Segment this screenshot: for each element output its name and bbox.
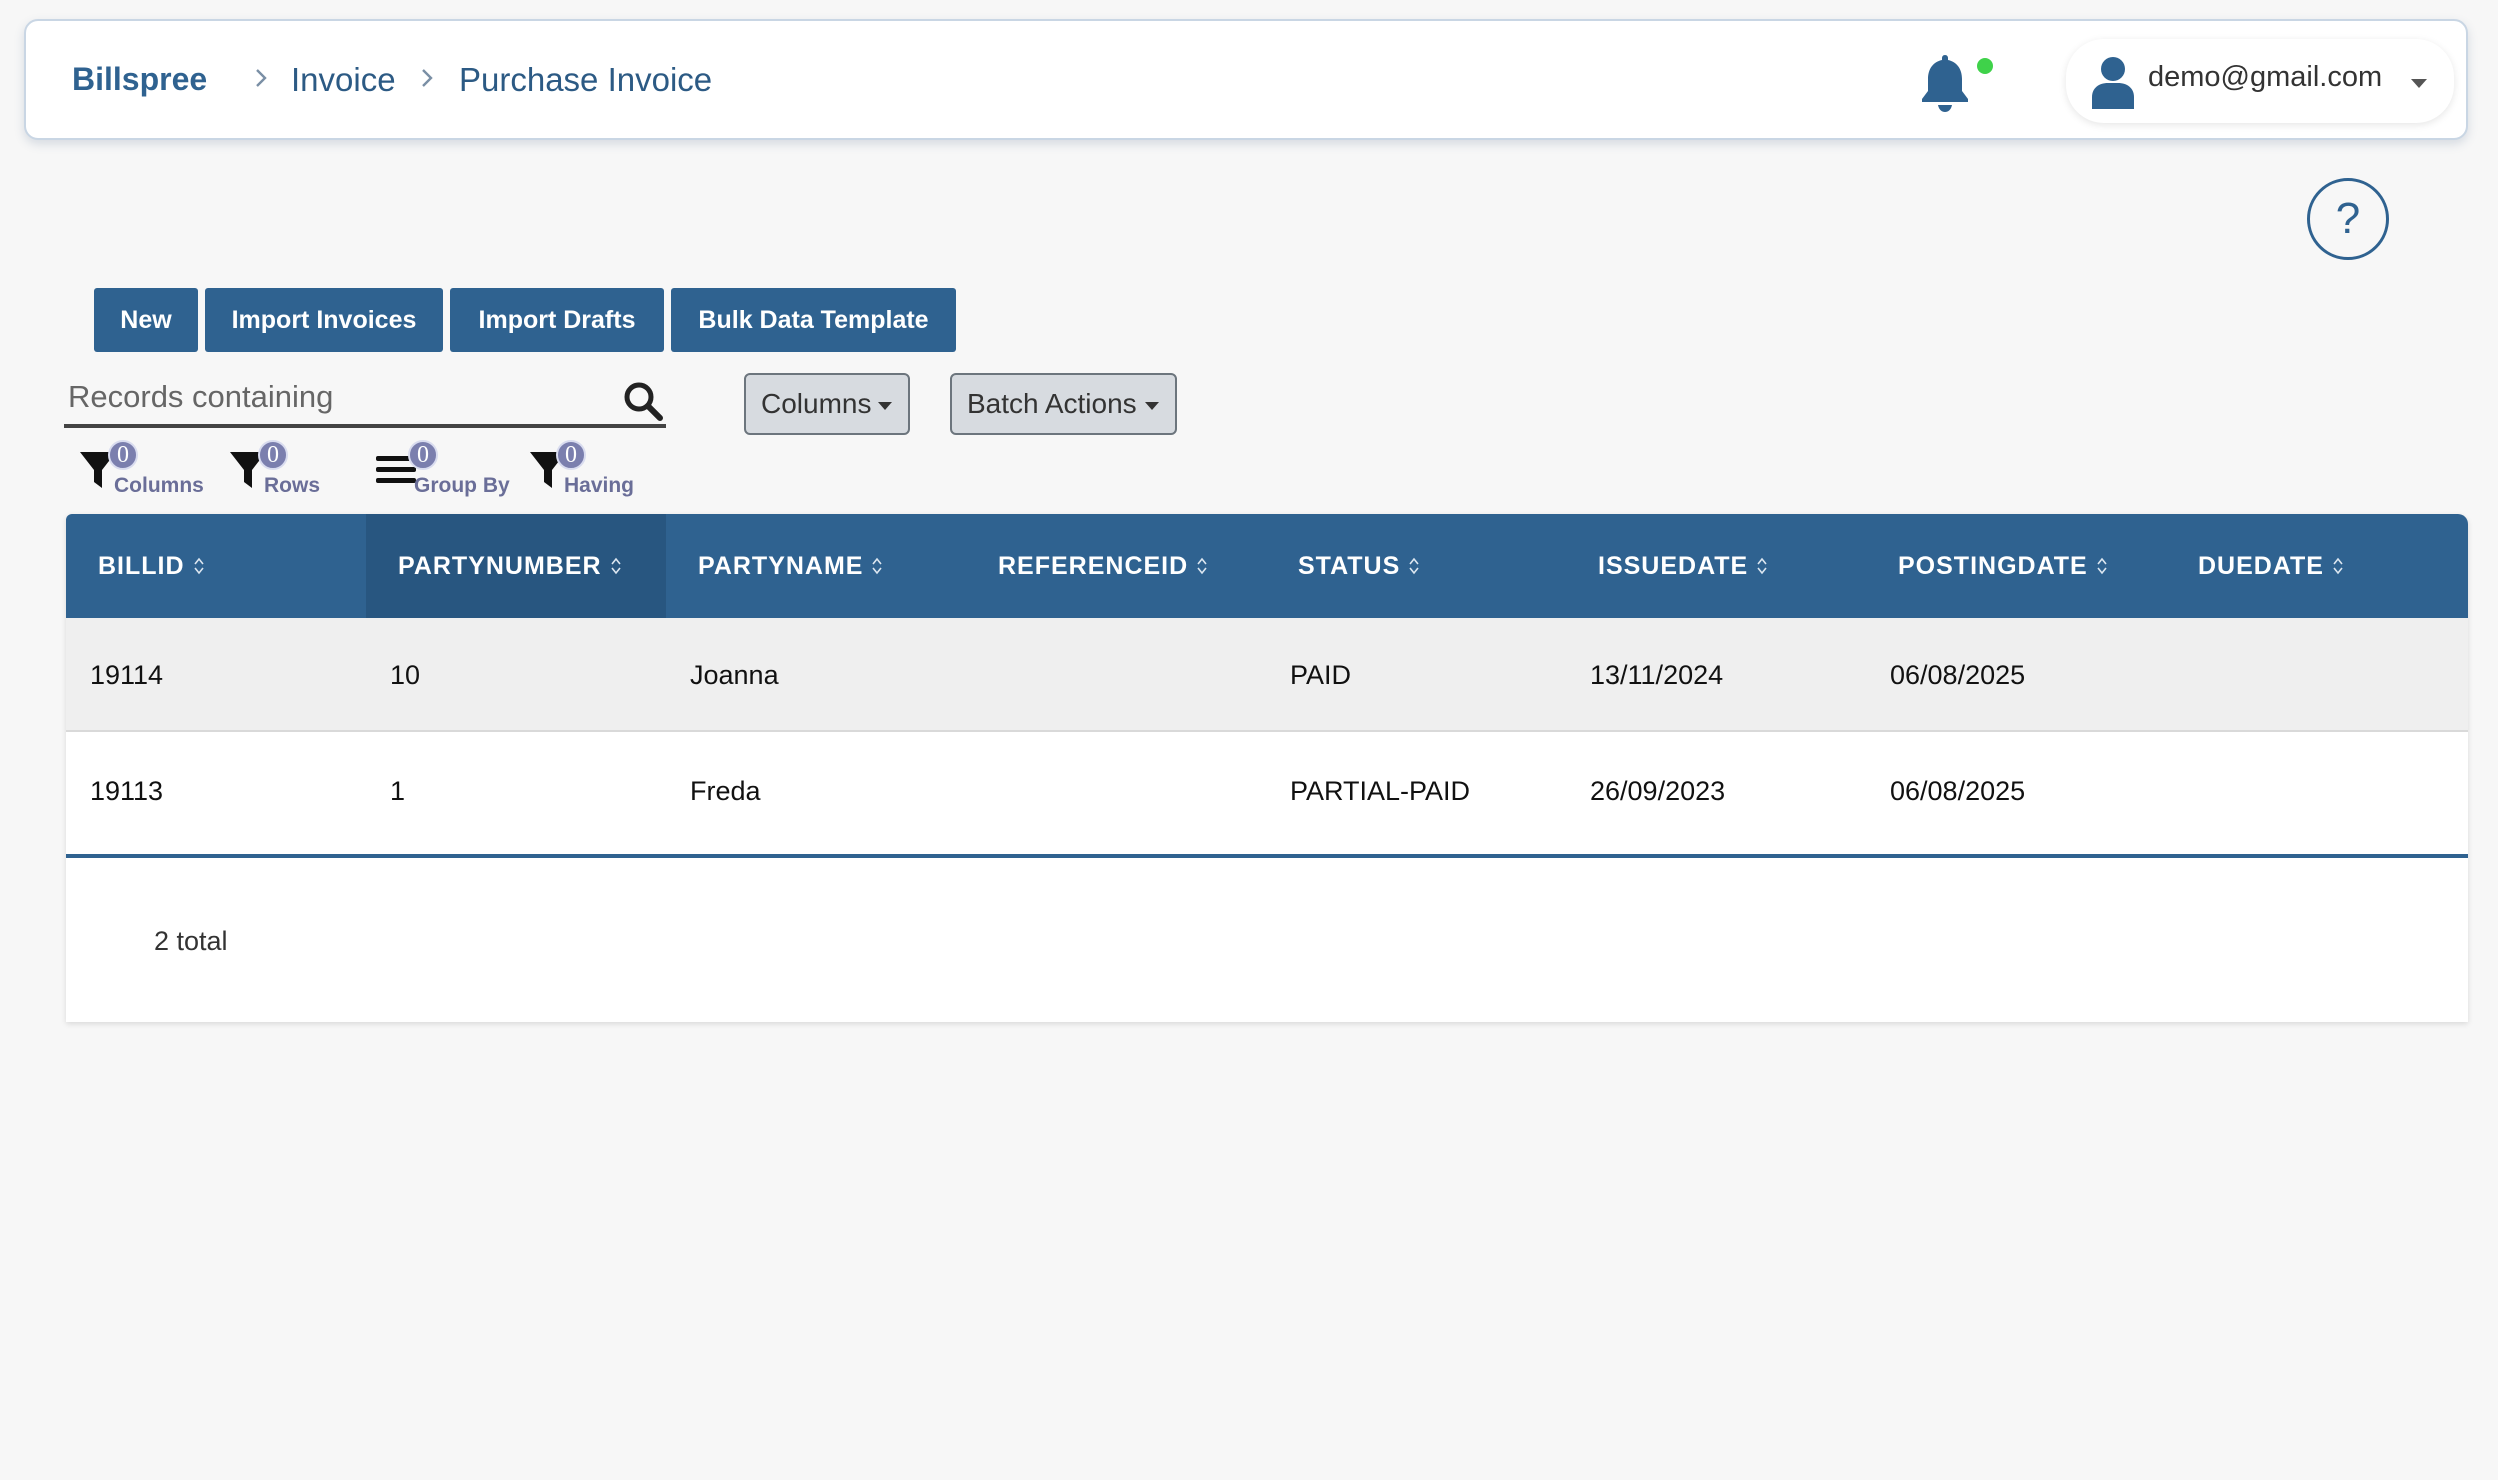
chevron-down-icon xyxy=(1145,402,1159,410)
column-header-status[interactable]: STATUS xyxy=(1266,514,1566,618)
chevron-down-icon xyxy=(2411,79,2427,88)
brand-logo-text[interactable]: Billspree xyxy=(72,61,207,98)
search-bar xyxy=(64,372,666,428)
cell-status: PAID xyxy=(1290,659,1352,690)
cell-partynumber: 1 xyxy=(390,775,406,806)
table-row[interactable]: 19113 1 Freda PARTIAL-PAID 26/09/2023 06… xyxy=(66,734,2468,848)
column-header-duedate[interactable]: DUEDATE xyxy=(2166,514,2466,618)
sort-icon xyxy=(610,557,621,575)
column-header-partyname[interactable]: PARTYNAME xyxy=(666,514,966,618)
column-header-label: BILLID xyxy=(98,551,185,580)
bulk-data-template-button[interactable]: Bulk Data Template xyxy=(671,288,956,352)
cell-issuedate: 13/11/2024 xyxy=(1590,659,1724,690)
filter-columns[interactable]: 0 Columns xyxy=(78,436,208,500)
column-header-label: PARTYNUMBER xyxy=(398,551,602,580)
help-question-icon: ? xyxy=(2335,194,2361,243)
table-header: BILLID PARTYNUMBER PARTYNAME REFERENCEID… xyxy=(66,514,2468,618)
filter-label: Group By xyxy=(414,474,510,497)
sort-icon xyxy=(2333,557,2343,575)
search-icon[interactable] xyxy=(622,380,664,422)
cell-status: PARTIAL-PAID xyxy=(1290,775,1471,806)
search-input[interactable] xyxy=(68,374,598,420)
batch-actions-dropdown[interactable]: Batch Actions xyxy=(950,373,1177,435)
cell-partyname: Freda xyxy=(690,775,761,806)
breadcrumb-purchase-invoice: Purchase Invoice xyxy=(459,61,713,98)
filter-having[interactable]: 0 Having xyxy=(528,436,648,500)
column-header-label: ISSUEDATE xyxy=(1598,551,1749,580)
column-header-label: POSTINGDATE xyxy=(1898,551,2088,580)
import-invoices-button[interactable]: Import Invoices xyxy=(205,288,443,352)
filter-group-by[interactable]: 0 Group By xyxy=(376,436,516,500)
cell-billid: 19114 xyxy=(90,659,164,690)
chevron-down-icon xyxy=(878,402,892,410)
table-divider xyxy=(66,854,2468,858)
filter-label: Having xyxy=(564,474,635,497)
table-row[interactable]: 19114 10 Joanna PAID 13/11/2024 06/08/20… xyxy=(66,618,2468,732)
breadcrumb-invoice[interactable]: Invoice xyxy=(291,61,396,99)
cell-billid: 19113 xyxy=(90,775,164,806)
cell-postingdate: 06/08/2025 xyxy=(1890,659,2026,690)
top-header: Billspree Invoice Purchase Invoice demo@… xyxy=(24,19,2468,140)
column-header-label: REFERENCEID xyxy=(998,551,1189,580)
sort-icon xyxy=(872,557,883,575)
columns-dropdown[interactable]: Columns xyxy=(744,373,910,435)
sort-icon xyxy=(1409,557,1419,575)
cell-issuedate: 26/09/2023 xyxy=(1590,775,1726,806)
cell-postingdate: 06/08/2025 xyxy=(1890,775,2026,806)
filter-rows[interactable]: 0 Rows xyxy=(228,436,328,500)
chevron-right-icon xyxy=(256,69,267,87)
column-header-postingdate[interactable]: POSTINGDATE xyxy=(1866,514,2166,618)
columns-dropdown-label: Columns xyxy=(761,388,872,419)
column-header-billid[interactable]: BILLID xyxy=(66,514,366,618)
notification-bell-icon[interactable] xyxy=(1912,49,1978,115)
user-menu[interactable]: demo@gmail.com xyxy=(2066,39,2454,123)
filter-count-badge: 0 xyxy=(556,440,586,470)
sort-icon xyxy=(2097,557,2107,575)
chevron-right-icon xyxy=(422,69,433,87)
column-header-partynumber[interactable]: PARTYNUMBER xyxy=(366,514,666,618)
sort-icon xyxy=(1757,557,1767,575)
import-drafts-button[interactable]: Import Drafts xyxy=(450,288,664,352)
invoice-table: BILLID PARTYNUMBER PARTYNAME REFERENCEID… xyxy=(66,514,2468,1022)
user-email: demo@gmail.com xyxy=(2148,61,2383,93)
sort-icon xyxy=(1197,557,1207,575)
filter-count-badge: 0 xyxy=(408,440,438,470)
column-header-issuedate[interactable]: ISSUEDATE xyxy=(1566,514,1866,618)
column-header-label: PARTYNAME xyxy=(698,551,864,580)
table-total-count: 2 total xyxy=(154,926,228,956)
help-button[interactable]: ? xyxy=(2307,178,2389,260)
cell-partyname: Joanna xyxy=(690,659,779,690)
cell-partynumber: 10 xyxy=(390,659,421,690)
filter-count-badge: 0 xyxy=(258,440,288,470)
filter-count-badge: 0 xyxy=(108,440,138,470)
new-button[interactable]: New xyxy=(94,288,198,352)
batch-actions-dropdown-label: Batch Actions xyxy=(967,388,1137,419)
sort-icon xyxy=(193,557,204,575)
notification-status-dot xyxy=(1977,58,1993,74)
column-header-label: STATUS xyxy=(1298,551,1401,580)
column-header-referenceid[interactable]: REFERENCEID xyxy=(966,514,1266,618)
filter-label: Columns xyxy=(114,474,204,497)
filter-label: Rows xyxy=(264,474,321,497)
column-header-label: DUEDATE xyxy=(2198,551,2324,580)
user-avatar-icon xyxy=(2092,57,2134,109)
